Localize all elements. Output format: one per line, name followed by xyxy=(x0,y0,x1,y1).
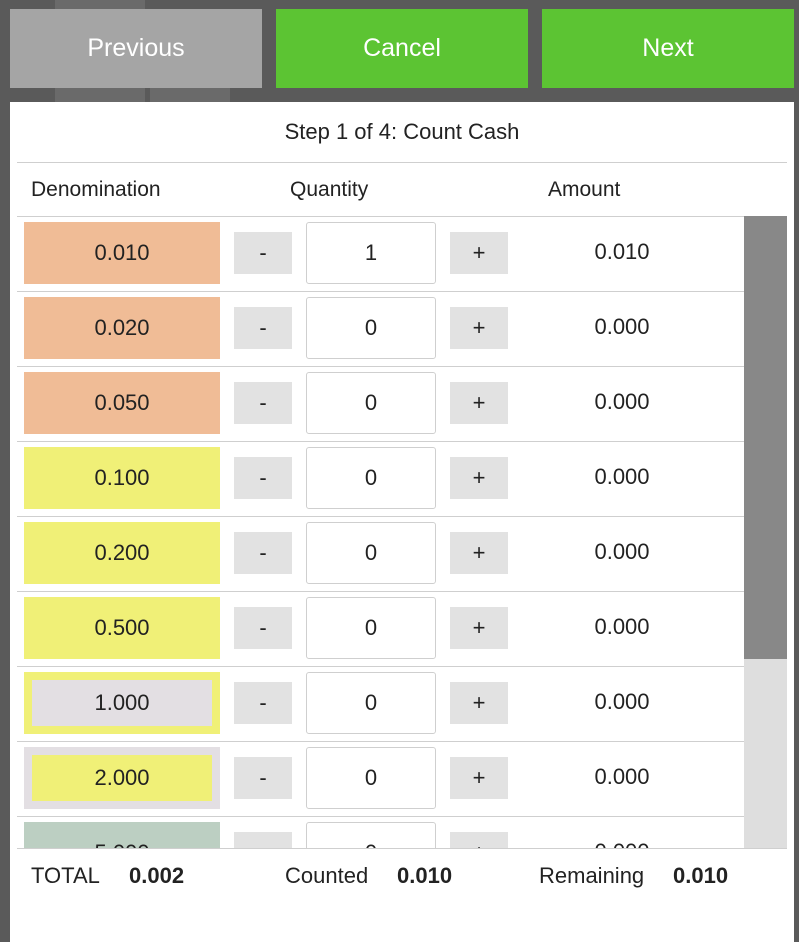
amount-value: 0.000 xyxy=(594,689,650,714)
column-header-denomination: Denomination xyxy=(31,178,161,201)
total-label: TOTAL xyxy=(31,863,100,888)
denomination-label: 0.010 xyxy=(94,240,150,265)
denomination-button[interactable]: 2.000 xyxy=(24,747,220,809)
denomination-button[interactable]: 0.050 xyxy=(24,372,220,434)
quantity-field[interactable]: 0 xyxy=(306,747,436,809)
denomination-button[interactable]: 0.100 xyxy=(24,447,220,509)
amount-value: 0.000 xyxy=(594,764,650,789)
denomination-row: 0.500 -0 +0.000 xyxy=(17,591,744,667)
denomination-button[interactable]: 5.000 xyxy=(24,822,220,848)
quantity-field[interactable]: 1 xyxy=(306,222,436,284)
quantity-field[interactable]: 0 xyxy=(306,522,436,584)
amount-value: 0.000 xyxy=(594,314,650,339)
amount-value: 0.000 xyxy=(577,816,667,848)
quantity-field[interactable]: 0 xyxy=(306,822,436,848)
denomination-label: 0.050 xyxy=(94,390,150,415)
step-title: Step 1 of 4: Count Cash xyxy=(284,119,520,144)
decrement-button[interactable]: - xyxy=(234,607,292,649)
denomination-label: 0.500 xyxy=(94,615,150,640)
total-value: 0.002 xyxy=(129,863,185,888)
denomination-button[interactable]: 0.010 xyxy=(24,222,220,284)
denomination-label: 0.200 xyxy=(94,540,150,565)
previous-button[interactable]: Previous xyxy=(10,9,262,88)
denomination-row: 2.000 -0 +0.000 xyxy=(17,741,744,817)
column-header-amount: Amount xyxy=(548,178,621,201)
count-cash-panel: Step 1 of 4: Count Cash Denomination Qua… xyxy=(10,102,794,942)
quantity-field[interactable]: 0 xyxy=(306,447,436,509)
increment-button[interactable]: + xyxy=(450,532,508,574)
increment-button[interactable]: + xyxy=(450,382,508,424)
denomination-row: 0.010 -1 +0.010 xyxy=(17,216,744,292)
denomination-button[interactable]: 1.000 xyxy=(24,672,220,734)
amount-value: 0.010 xyxy=(594,239,650,264)
decrement-button[interactable]: - xyxy=(234,232,292,274)
denomination-button[interactable]: 0.200 xyxy=(24,522,220,584)
denomination-label: 5.000 xyxy=(94,840,149,848)
denomination-label: 1.000 xyxy=(94,690,150,715)
decrement-button[interactable]: - xyxy=(234,682,292,724)
cancel-button[interactable]: Cancel xyxy=(276,9,528,88)
denomination-inner: 2.000 xyxy=(32,755,212,801)
denomination-row: 0.100 -0 +0.000 xyxy=(17,441,744,517)
top-toolbar: Previous Cancel Next xyxy=(10,9,794,88)
decrement-button[interactable]: - xyxy=(234,382,292,424)
counted-value: 0.010 xyxy=(397,863,453,888)
remaining-label: Remaining xyxy=(539,863,645,888)
denomination-label: 0.100 xyxy=(94,465,150,490)
increment-button[interactable]: + xyxy=(450,682,508,724)
totals-bar: TOTAL 0.002 Counted 0.010 Remaining 0.01… xyxy=(10,848,794,904)
denomination-button[interactable]: 0.020 xyxy=(24,297,220,359)
increment-button[interactable]: + xyxy=(450,607,508,649)
increment-button[interactable]: + xyxy=(450,757,508,799)
increment-button[interactable]: + xyxy=(450,232,508,274)
quantity-field[interactable]: 0 xyxy=(306,372,436,434)
counted-label: Counted xyxy=(285,863,369,888)
denomination-row: 0.020 -0 +0.000 xyxy=(17,291,744,367)
quantity-field[interactable]: 0 xyxy=(306,297,436,359)
decrement-button[interactable]: - xyxy=(234,307,292,349)
quantity-field[interactable]: 0 xyxy=(306,672,436,734)
denomination-label: 2.000 xyxy=(94,765,150,790)
denomination-row: 0.050 -0 +0.000 xyxy=(17,366,744,442)
denomination-row: 1.000 -0 +0.000 xyxy=(17,666,744,742)
decrement-button[interactable]: - xyxy=(234,532,292,574)
denomination-inner: 1.000 xyxy=(32,680,212,726)
column-header-quantity: Quantity xyxy=(290,178,369,201)
denomination-row: 5.000 -0 +0.000 xyxy=(17,816,744,848)
scrollbar[interactable] xyxy=(744,216,787,848)
amount-value: 0.000 xyxy=(594,539,650,564)
increment-button[interactable]: + xyxy=(450,457,508,499)
quantity-field[interactable]: 0 xyxy=(306,597,436,659)
next-button[interactable]: Next xyxy=(542,9,794,88)
decrement-button[interactable]: - xyxy=(234,757,292,799)
denomination-row: 0.200 -0 +0.000 xyxy=(17,516,744,592)
increment-button[interactable]: + xyxy=(450,832,508,848)
denomination-label: 0.020 xyxy=(94,315,150,340)
denomination-button[interactable]: 0.500 xyxy=(24,597,220,659)
amount-value: 0.000 xyxy=(594,614,650,639)
amount-value: 0.000 xyxy=(594,464,650,489)
denomination-list[interactable]: 0.010-1 +0.010 0.020-0 +0.000 0.050-0 +0.000 0… xyxy=(17,216,744,848)
decrement-button[interactable]: - xyxy=(234,832,292,848)
scrollbar-thumb[interactable] xyxy=(744,216,787,659)
decrement-button[interactable]: - xyxy=(234,457,292,499)
increment-button[interactable]: + xyxy=(450,307,508,349)
remaining-value: 0.010 xyxy=(673,863,729,888)
amount-value: 0.000 xyxy=(594,389,650,414)
